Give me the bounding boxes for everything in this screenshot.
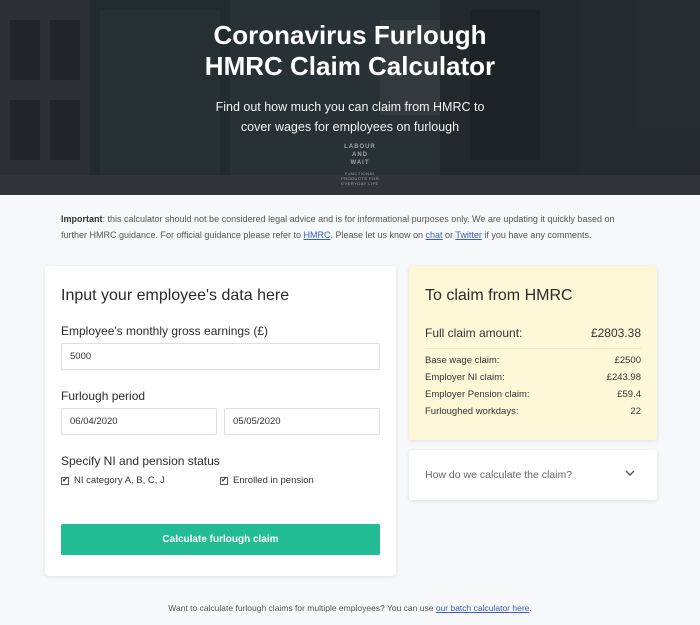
- ni-category-option[interactable]: ✔ NI category A, B, C, J: [61, 475, 165, 486]
- ni-category-checkbox[interactable]: ✔: [61, 476, 69, 485]
- total-claim-label: Full claim amount:: [425, 326, 523, 340]
- claim-row: Furloughed workdays: 22: [425, 406, 641, 417]
- calculate-claim-button[interactable]: Calculate furlough claim: [61, 524, 380, 555]
- ni-pension-status-label: Specify NI and pension status: [61, 454, 220, 468]
- total-claim-row: Full claim amount: £2803.38: [425, 326, 641, 340]
- shop-sign: LABOUR AND WAIT FUNCTIONAL PRODUCTS FOR …: [340, 143, 380, 186]
- disclaimer-text-3: or: [442, 230, 456, 240]
- start-date-input[interactable]: 06/04/2020: [61, 408, 217, 435]
- footer-end: .: [529, 603, 532, 613]
- pension-checkbox[interactable]: ✔: [220, 476, 228, 485]
- page-title-line1: Coronavirus Furlough: [213, 20, 487, 50]
- shop-sign-line2: AND: [352, 152, 368, 158]
- twitter-link[interactable]: Twitter: [455, 230, 482, 240]
- ni-category-label: NI category A, B, C, J: [74, 475, 165, 486]
- claim-row-label: Base wage claim:: [425, 355, 500, 366]
- shop-sign-line1: LABOUR: [344, 144, 376, 150]
- accordion-label: How do we calculate the claim?: [425, 469, 573, 481]
- earnings-label: Employee's monthly gross earnings (£): [61, 324, 269, 338]
- claim-row-value: £243.98: [606, 372, 641, 383]
- claim-result-card: To claim from HMRC Full claim amount: £2…: [409, 266, 657, 440]
- claim-row-label: Employer NI claim:: [425, 372, 505, 383]
- disclaimer-text-2: . Please let us know on: [330, 230, 426, 240]
- pension-option[interactable]: ✔ Enrolled in pension: [220, 475, 314, 486]
- claim-row: Employer NI claim: £243.98: [425, 372, 641, 383]
- employee-input-card: Input your employee's data here Employee…: [45, 266, 396, 576]
- hmrc-link[interactable]: HMRC: [303, 230, 330, 240]
- disclaimer-bold: Important: [61, 214, 103, 224]
- disclaimer-notice: Important: this calculator should not be…: [61, 211, 631, 243]
- claim-card-title: To claim from HMRC: [425, 287, 573, 304]
- shop-sign-small: FUNCTIONAL PRODUCTS FOR EVERYDAY LIFE: [341, 171, 379, 186]
- claim-row-value: £2500: [614, 355, 641, 366]
- footer-text: Want to calculate furlough claims for mu…: [168, 603, 436, 613]
- batch-calculator-link[interactable]: our batch calculator here: [436, 603, 530, 613]
- page-subtitle-line1: Find out how much you can claim from HMR…: [215, 100, 485, 114]
- disclaimer-text-4: if you have any comments.: [481, 230, 592, 240]
- shop-sign-line3: WAIT: [350, 160, 370, 166]
- pension-label: Enrolled in pension: [233, 475, 314, 486]
- earnings-input[interactable]: 5000: [61, 343, 380, 370]
- calculation-explainer-accordion[interactable]: How do we calculate the claim?: [409, 450, 657, 500]
- end-date-input[interactable]: 05/05/2020: [224, 408, 380, 435]
- claim-row-label: Employer Pension claim:: [425, 389, 530, 400]
- total-claim-value: £2803.38: [590, 326, 641, 340]
- chevron-down-icon[interactable]: [625, 468, 635, 478]
- claim-row: Base wage claim: £2500: [425, 355, 641, 366]
- furlough-period-label: Furlough period: [61, 389, 146, 403]
- claim-row-value: 22: [630, 406, 641, 417]
- chat-link[interactable]: chat: [426, 230, 443, 240]
- page-title-line2: HMRC Claim Calculator: [204, 51, 496, 81]
- claim-row: Employer Pension claim: £59.4: [425, 389, 641, 400]
- page-subtitle-line2: cover wages for employees on furlough: [240, 120, 460, 134]
- input-card-title: Input your employee's data here: [61, 287, 290, 304]
- footer-note: Want to calculate furlough claims for mu…: [0, 603, 700, 613]
- hero-banner: Coronavirus Furlough HMRC Claim Calculat…: [0, 0, 700, 195]
- claim-row-label: Furloughed workdays:: [425, 406, 519, 417]
- claim-divider: [425, 348, 641, 349]
- claim-row-value: £59.4: [617, 389, 641, 400]
